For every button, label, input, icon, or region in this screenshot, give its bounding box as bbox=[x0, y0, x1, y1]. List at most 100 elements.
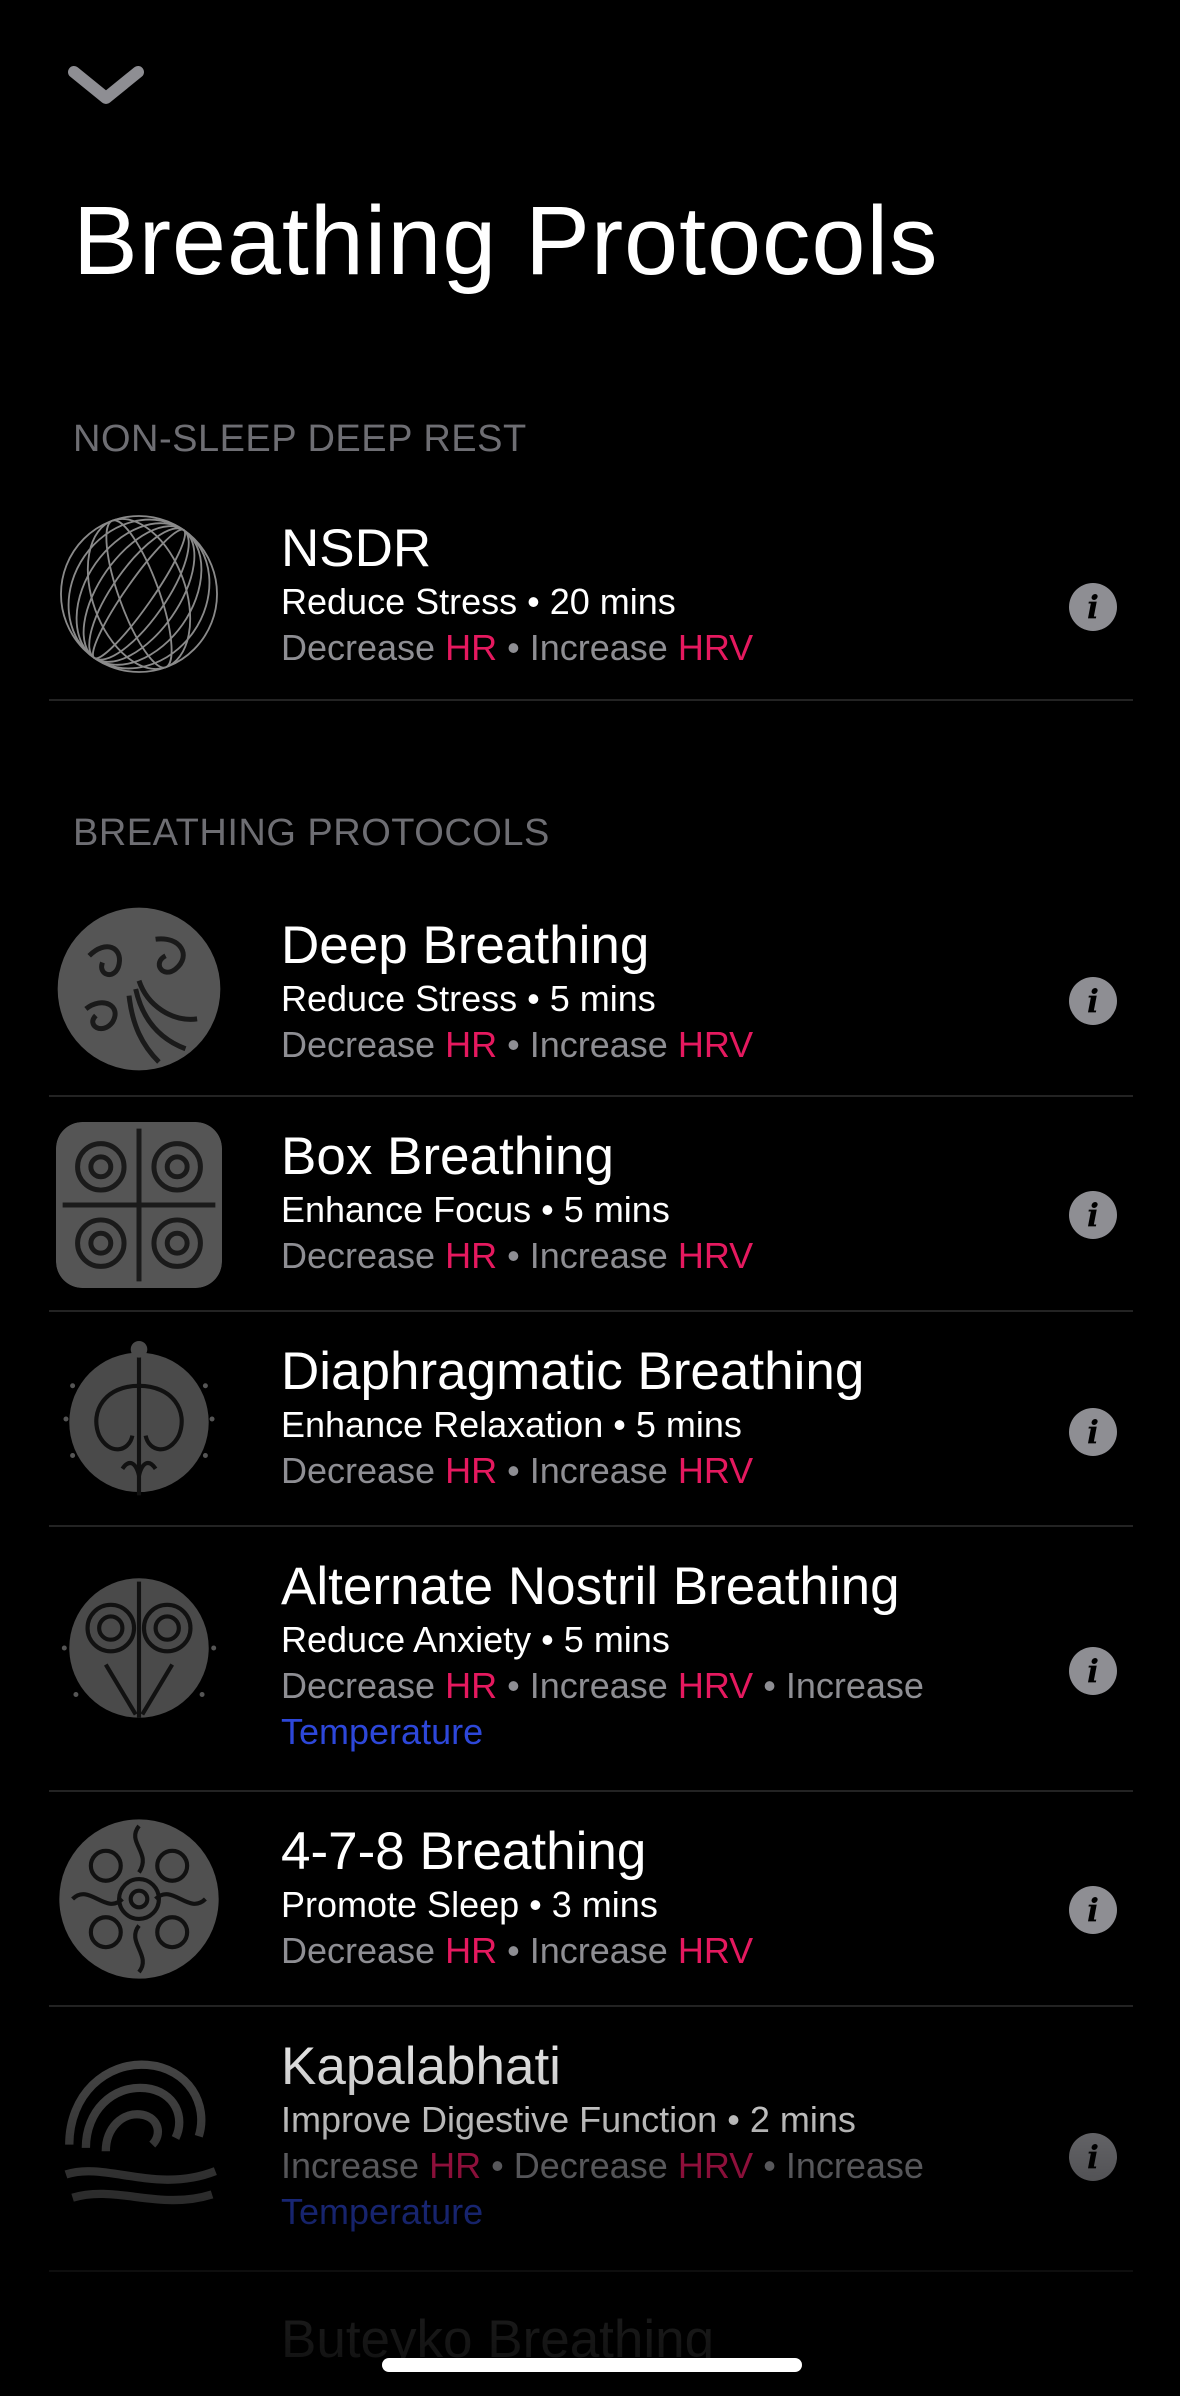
separator: • bbox=[527, 978, 540, 1019]
protocol-row-nsdr[interactable]: NSDR Reduce Stress • 20 mins Decrease HR… bbox=[49, 503, 1133, 701]
metric-temperature: Temperature bbox=[281, 1711, 484, 1752]
separator: • bbox=[529, 1884, 542, 1925]
home-indicator[interactable] bbox=[382, 2358, 802, 2372]
metric-direction: Decrease bbox=[281, 1024, 436, 1065]
section-header-breathing: BREATHING PROTOCOLS bbox=[73, 812, 550, 854]
separator: • bbox=[527, 581, 540, 622]
protocol-duration: 20 mins bbox=[549, 581, 676, 622]
diaphragmatic-artwork bbox=[56, 1336, 222, 1502]
separator: • bbox=[507, 1930, 520, 1971]
metric-direction: Increase bbox=[529, 1235, 668, 1276]
metric-direction: Decrease bbox=[513, 2145, 668, 2186]
page-title: Breathing Protocols bbox=[73, 186, 939, 295]
alternate-nostril-artwork bbox=[56, 1565, 222, 1731]
metric-direction: Decrease bbox=[281, 1665, 436, 1706]
protocol-name: NSDR bbox=[281, 519, 432, 578]
protocol-row-kapalabhati[interactable]: Kapalabhati Improve Digestive Function •… bbox=[49, 2007, 1133, 2272]
info-icon[interactable]: i bbox=[1069, 1647, 1117, 1695]
metric-hr: HR bbox=[429, 2145, 482, 2186]
metric-hr: HR bbox=[445, 1450, 498, 1491]
protocol-metrics: Decrease HR • Increase HRV bbox=[281, 625, 1081, 671]
metric-direction: Decrease bbox=[281, 627, 436, 668]
metric-hrv: HRV bbox=[677, 1235, 754, 1276]
protocol-row-deep-breathing[interactable]: Deep Breathing Reduce Stress • 5 mins De… bbox=[49, 898, 1133, 1097]
protocol-duration: 3 mins bbox=[551, 1884, 658, 1925]
separator: • bbox=[491, 2145, 504, 2186]
protocol-name: Deep Breathing bbox=[281, 916, 650, 975]
chevron-down-icon[interactable] bbox=[66, 60, 146, 110]
metric-hr: HR bbox=[445, 1930, 498, 1971]
protocol-row-box-breathing[interactable]: Box Breathing Enhance Focus • 5 mins Dec… bbox=[49, 1097, 1133, 1312]
protocol-summary: Enhance Focus • 5 mins bbox=[281, 1187, 1081, 1233]
metric-hrv: HRV bbox=[677, 627, 754, 668]
separator: • bbox=[507, 1665, 520, 1706]
protocol-summary: Improve Digestive Function • 2 mins bbox=[281, 2097, 1081, 2143]
separator: • bbox=[727, 2099, 740, 2140]
protocol-goal: Promote Sleep bbox=[281, 1884, 520, 1925]
protocol-duration: 2 mins bbox=[749, 2099, 856, 2140]
separator: • bbox=[763, 1665, 776, 1706]
protocol-metrics: Decrease HR • Increase HRV bbox=[281, 1448, 1081, 1494]
metric-direction: Increase bbox=[785, 1665, 924, 1706]
protocol-summary: Reduce Anxiety • 5 mins bbox=[281, 1617, 1081, 1663]
nsdr-artwork bbox=[56, 511, 222, 677]
metric-hrv: HRV bbox=[677, 1024, 754, 1065]
protocol-metrics: Decrease HR • Increase HRV • Increase Tem… bbox=[281, 1663, 1061, 1755]
protocol-name: Box Breathing bbox=[281, 1127, 614, 1186]
info-icon[interactable]: i bbox=[1069, 1886, 1117, 1934]
info-icon[interactable]: i bbox=[1069, 583, 1117, 631]
metric-temperature: Temperature bbox=[281, 2191, 484, 2232]
separator: • bbox=[507, 1235, 520, 1276]
deep-breathing-artwork bbox=[56, 906, 222, 1072]
protocol-duration: 5 mins bbox=[549, 978, 656, 1019]
separator: • bbox=[763, 2145, 776, 2186]
protocol-row-4-7-8-breathing[interactable]: 4-7-8 Breathing Promote Sleep • 3 mins D… bbox=[49, 1792, 1133, 2007]
separator: • bbox=[613, 1404, 626, 1445]
metric-hr: HR bbox=[445, 1024, 498, 1065]
metric-direction: Increase bbox=[785, 2145, 924, 2186]
metric-direction: Decrease bbox=[281, 1235, 436, 1276]
metric-hrv: HRV bbox=[677, 1930, 754, 1971]
protocol-row-alternate-nostril-breathing[interactable]: Alternate Nostril Breathing Reduce Anxie… bbox=[49, 1527, 1133, 1792]
protocol-summary: Promote Sleep • 3 mins bbox=[281, 1882, 1081, 1928]
metric-direction: Increase bbox=[281, 2145, 420, 2186]
protocol-summary: Enhance Relaxation • 5 mins bbox=[281, 1402, 1081, 1448]
metric-direction: Decrease bbox=[281, 1930, 436, 1971]
info-icon[interactable]: i bbox=[1069, 977, 1117, 1025]
separator: • bbox=[541, 1619, 554, 1660]
metric-hr: HR bbox=[445, 1665, 498, 1706]
metric-hr: HR bbox=[445, 1235, 498, 1276]
info-icon[interactable]: i bbox=[1069, 2133, 1117, 2181]
separator: • bbox=[507, 1450, 520, 1491]
info-icon[interactable]: i bbox=[1069, 1191, 1117, 1239]
metric-direction: Increase bbox=[529, 1024, 668, 1065]
protocol-goal: Reduce Anxiety bbox=[281, 1619, 532, 1660]
protocol-goal: Reduce Stress bbox=[281, 978, 518, 1019]
protocol-summary: Reduce Stress • 5 mins bbox=[281, 976, 1081, 1022]
metric-hrv: HRV bbox=[677, 1665, 754, 1706]
metric-direction: Increase bbox=[529, 1665, 668, 1706]
protocol-metrics: Decrease HR • Increase HRV bbox=[281, 1233, 1081, 1279]
metric-hrv: HRV bbox=[677, 2145, 754, 2186]
protocol-metrics: Decrease HR • Increase HRV bbox=[281, 1022, 1081, 1068]
box-breathing-artwork bbox=[56, 1122, 222, 1288]
protocol-metrics: Increase HR • Decrease HRV • Increase Tem… bbox=[281, 2143, 1061, 2235]
protocol-goal: Reduce Stress bbox=[281, 581, 518, 622]
protocol-goal: Improve Digestive Function bbox=[281, 2099, 718, 2140]
protocol-name: Alternate Nostril Breathing bbox=[281, 1557, 900, 1616]
4-7-8-artwork bbox=[56, 1816, 222, 1982]
protocol-row-diaphragmatic-breathing[interactable]: Diaphragmatic Breathing Enhance Relaxati… bbox=[49, 1312, 1133, 1527]
protocol-row-buteyko-breathing[interactable]: Buteyko Breathing bbox=[49, 2272, 1133, 2396]
protocol-duration: 5 mins bbox=[563, 1189, 670, 1230]
separator: • bbox=[507, 627, 520, 668]
kapalabhati-artwork bbox=[56, 2045, 222, 2211]
info-icon[interactable]: i bbox=[1069, 1408, 1117, 1456]
metric-direction: Increase bbox=[529, 1930, 668, 1971]
protocol-goal: Enhance Relaxation bbox=[281, 1404, 604, 1445]
protocol-name: 4-7-8 Breathing bbox=[281, 1822, 647, 1881]
protocol-goal: Enhance Focus bbox=[281, 1189, 532, 1230]
metric-direction: Decrease bbox=[281, 1450, 436, 1491]
metric-hr: HR bbox=[445, 627, 498, 668]
protocol-duration: 5 mins bbox=[563, 1619, 670, 1660]
section-header-nsdr: NON-SLEEP DEEP REST bbox=[73, 418, 527, 460]
